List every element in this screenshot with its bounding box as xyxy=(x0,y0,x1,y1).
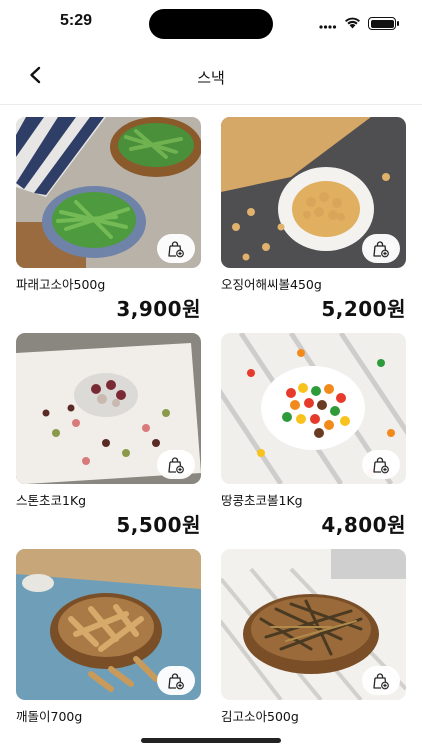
product-name: 땅콩초코볼1Kg xyxy=(221,493,303,508)
product-card[interactable]: 파래고소아500g 3,900원 xyxy=(16,117,201,333)
add-to-cart-button[interactable] xyxy=(157,666,195,695)
product-price: 5,500원 xyxy=(116,513,201,537)
shopping-bag-plus-icon xyxy=(167,456,185,474)
product-card[interactable]: 스톤초코1Kg 5,500원 xyxy=(16,333,201,549)
product-name: 김고소아500g xyxy=(221,709,299,724)
product-card[interactable]: 오징어해씨볼450g 5,200원 xyxy=(221,117,406,333)
add-to-cart-button[interactable] xyxy=(362,450,400,479)
product-name: 깨돌이700g xyxy=(16,709,83,724)
product-image xyxy=(16,549,201,700)
status-bar: 5:29 xyxy=(0,0,422,50)
status-icons xyxy=(319,14,399,33)
product-price: 4,800원 xyxy=(321,513,406,537)
product-image xyxy=(16,333,201,484)
status-time: 5:29 xyxy=(60,12,93,29)
home-indicator[interactable] xyxy=(141,738,281,743)
product-image xyxy=(221,333,406,484)
product-name: 스톤초코1Kg xyxy=(16,493,87,508)
product-name: 파래고소아500g xyxy=(16,277,106,292)
nav-bar: 스낵 xyxy=(0,50,422,105)
product-card[interactable]: 땅콩초코볼1Kg 4,800원 xyxy=(221,333,406,549)
product-grid: 파래고소아500g 3,900원 오징어해씨볼450g 5,200원 스톤초코1… xyxy=(16,117,406,750)
product-image xyxy=(16,117,201,268)
wifi-icon xyxy=(344,14,361,33)
add-to-cart-button[interactable] xyxy=(362,234,400,263)
shopping-bag-plus-icon xyxy=(372,672,390,690)
page-title: 스낵 xyxy=(197,69,225,87)
shopping-bag-plus-icon xyxy=(372,456,390,474)
product-image xyxy=(221,549,406,700)
product-price: 5,200원 xyxy=(321,297,406,321)
shopping-bag-plus-icon xyxy=(167,240,185,258)
product-card[interactable]: 김고소아500g xyxy=(221,549,406,750)
dynamic-island xyxy=(149,9,273,39)
product-card[interactable]: 깨돌이700g xyxy=(16,549,201,750)
add-to-cart-button[interactable] xyxy=(157,234,195,263)
add-to-cart-button[interactable] xyxy=(157,450,195,479)
shopping-bag-plus-icon xyxy=(167,672,185,690)
product-name: 오징어해씨볼450g xyxy=(221,277,322,292)
add-to-cart-button[interactable] xyxy=(362,666,400,695)
shopping-bag-plus-icon xyxy=(372,240,390,258)
product-price: 3,900원 xyxy=(116,297,201,321)
product-image xyxy=(221,117,406,268)
battery-icon xyxy=(368,17,399,30)
signal-icon xyxy=(319,14,337,33)
